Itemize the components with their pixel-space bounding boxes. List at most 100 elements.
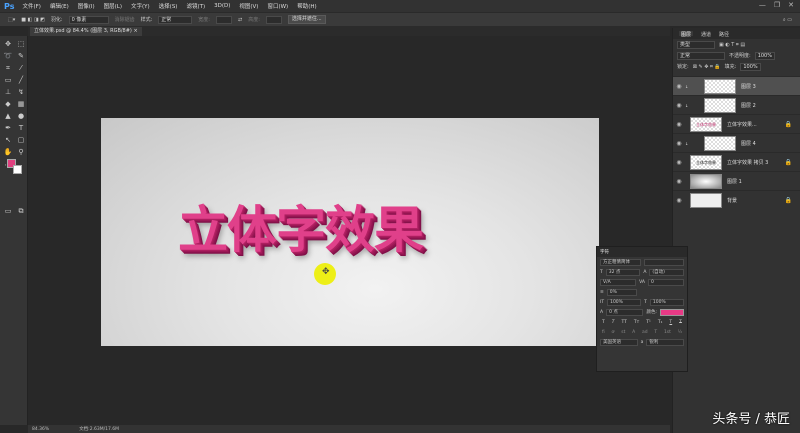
menu-file[interactable]: 文件(F) xyxy=(22,2,40,10)
path-select-icon[interactable]: ↖ xyxy=(3,135,13,145)
brush-tool-icon[interactable]: ╱ xyxy=(16,75,26,85)
vscale-icon: IT xyxy=(600,299,605,305)
text-color-swatch[interactable] xyxy=(660,308,684,316)
marquee-tool-icon[interactable]: ⬚ xyxy=(16,39,26,49)
hscale-input[interactable]: 100% xyxy=(649,298,685,306)
layer-thumbnail: 立体字效果 xyxy=(690,116,722,132)
healing-tool-icon[interactable]: ▭ xyxy=(3,75,13,85)
selection-mode-icons[interactable]: ■ ◧ ◨ ◩ xyxy=(21,17,45,23)
search-icon[interactable]: ⌕ ▭ xyxy=(783,17,792,23)
vscale-input[interactable]: 100% xyxy=(607,298,642,306)
layer-thumbnail xyxy=(704,97,736,113)
background-color-swatch[interactable] xyxy=(13,165,22,174)
layer-name: 图层 3 xyxy=(741,83,756,90)
menu-filter[interactable]: 滤镜(T) xyxy=(186,2,205,10)
minimize-button[interactable]: — xyxy=(759,1,766,9)
aa-label: a xyxy=(640,339,644,345)
lock-label: 锁定: xyxy=(677,64,689,70)
tab-channels[interactable]: 通道 xyxy=(701,31,711,38)
close-button[interactable]: ✕ xyxy=(788,1,794,9)
layer-row[interactable]: ◉ 立体字效果 立体字效果 拷贝 3 🔒 xyxy=(673,152,800,171)
lasso-tool-icon[interactable]: ➰ xyxy=(3,51,13,61)
menu-3d[interactable]: 3D(D) xyxy=(214,3,230,9)
shape-tool-icon[interactable]: ▢ xyxy=(16,135,26,145)
eye-icon[interactable]: ◉ xyxy=(673,197,685,204)
tracking-input[interactable]: 0 xyxy=(647,278,684,286)
history-brush-icon[interactable]: ↯ xyxy=(16,87,26,97)
quick-select-tool-icon[interactable]: ✎ xyxy=(16,51,26,61)
lock-icons[interactable]: ⊠ ✎ ✥ ⌗ 🔒 xyxy=(693,64,721,70)
menu-help[interactable]: 帮助(H) xyxy=(297,2,316,10)
quick-mask-icon[interactable]: ▭ xyxy=(3,206,13,216)
restore-button[interactable]: ❐ xyxy=(774,1,780,9)
eye-icon[interactable]: ◉ xyxy=(673,83,685,90)
dodge-tool-icon[interactable]: ● xyxy=(16,111,26,121)
eraser-tool-icon[interactable]: ◆ xyxy=(3,99,13,109)
zoom-level[interactable]: 84.36% xyxy=(32,427,49,432)
height-input[interactable] xyxy=(265,15,282,24)
tab-layers[interactable]: 图层 xyxy=(679,31,694,38)
antialias-select[interactable]: 锐利 xyxy=(646,338,685,346)
layer-filter-select[interactable]: 类型 xyxy=(677,40,715,49)
menu-layer[interactable]: 图层(L) xyxy=(104,2,122,10)
cursor-highlight: ✥ xyxy=(314,263,336,285)
gradient-tool-icon[interactable]: ▦ xyxy=(16,99,26,109)
menu-window[interactable]: 窗口(W) xyxy=(267,2,288,10)
eye-icon[interactable]: ◉ xyxy=(673,121,685,128)
swap-icon[interactable]: ⇄ xyxy=(238,17,242,23)
font-size-input[interactable]: 32 点 xyxy=(605,268,641,276)
eye-icon[interactable]: ◉ xyxy=(673,140,685,147)
menu-type[interactable]: 文字(Y) xyxy=(131,2,150,10)
opacity-input[interactable]: 100% xyxy=(754,51,775,60)
menu-image[interactable]: 图像(I) xyxy=(78,2,95,10)
zoom-tool-icon[interactable]: ⚲ xyxy=(16,147,26,157)
select-and-mask-button[interactable]: 选择并遮住... xyxy=(287,15,326,24)
style-select[interactable]: 正常 xyxy=(158,15,193,24)
baseline-input[interactable]: 0 点 xyxy=(606,308,644,316)
move-tool-icon[interactable]: ✥ xyxy=(3,39,13,49)
leading-input[interactable]: (自动) xyxy=(649,268,684,276)
marquee-preset-icon[interactable]: ⬚▾ xyxy=(8,17,15,23)
crop-tool-icon[interactable]: ⌗ xyxy=(3,63,13,73)
eye-icon[interactable]: ◉ xyxy=(673,178,685,185)
tab-paths[interactable]: 路径 xyxy=(719,31,729,38)
layer-row[interactable]: ◉ ↓ 图层 4 xyxy=(673,133,800,152)
hand-tool-icon[interactable]: ✋ xyxy=(3,147,13,157)
menu-view[interactable]: 视图(V) xyxy=(239,2,258,10)
lock-icon: 🔒 xyxy=(784,120,792,128)
layer-row[interactable]: ◉ 立体字效果 立体字效果... 🔒 xyxy=(673,114,800,133)
pen-tool-icon[interactable]: ✒ xyxy=(3,123,13,133)
fill-input[interactable]: 100% xyxy=(740,62,761,71)
type-tool-icon[interactable]: T xyxy=(16,123,26,133)
layer-row[interactable]: ◉ 图层 1 xyxy=(673,171,800,190)
language-select[interactable]: 美国英语 xyxy=(600,338,638,346)
feather-input[interactable]: 0 像素 xyxy=(68,15,109,24)
screen-mode-icon[interactable]: ⧉ xyxy=(16,206,26,216)
type-style-buttons[interactable]: T T TT Tᴛ T¹ T₁ T T xyxy=(597,317,687,327)
font-style-select[interactable] xyxy=(643,258,684,266)
width-input[interactable] xyxy=(215,15,232,24)
layer-thumbnail xyxy=(704,78,736,94)
blur-tool-icon[interactable]: ▲ xyxy=(3,111,13,121)
eye-icon[interactable]: ◉ xyxy=(673,102,685,109)
layer-row[interactable]: ◉ ↓ 图层 3 xyxy=(673,76,800,95)
antialias-checkbox[interactable]: 消除锯齿 xyxy=(115,16,135,23)
kerning-select[interactable]: V/A xyxy=(600,278,637,286)
eyedropper-tool-icon[interactable]: ⁄ xyxy=(16,63,26,73)
eye-icon[interactable]: ◉ xyxy=(673,159,685,166)
stamp-tool-icon[interactable]: ⊥ xyxy=(3,87,13,97)
filter-icons[interactable]: ▣ ◐ T ⌗ ▤ xyxy=(719,42,745,48)
font-family-select[interactable]: 方正粗倩简体 xyxy=(600,258,641,266)
layer-thumbnail xyxy=(704,135,736,151)
opentype-buttons[interactable]: fi ꝍ st Aad T 1st ½ xyxy=(597,327,687,337)
layer-row[interactable]: ◉ ↓ 图层 2 xyxy=(673,95,800,114)
tsume-input[interactable]: 0% xyxy=(606,288,637,296)
document-tab[interactable]: 立体效果.psd @ 84.4% (图层 3, RGB/8#) × xyxy=(30,27,142,36)
menu-edit[interactable]: 编辑(E) xyxy=(50,2,69,10)
blend-mode-select[interactable]: 正常 xyxy=(677,51,725,60)
layer-row[interactable]: ◉ 背景 🔒 xyxy=(673,190,800,209)
menu-select[interactable]: 选择(S) xyxy=(159,2,178,10)
opacity-label: 不透明度: xyxy=(729,53,751,59)
fill-label: 填充: xyxy=(724,64,737,70)
layers-panel: 图层 通道 路径 类型 ▣ ◐ T ⌗ ▤ 正常 不透明度: 100% 锁定: … xyxy=(672,28,800,433)
